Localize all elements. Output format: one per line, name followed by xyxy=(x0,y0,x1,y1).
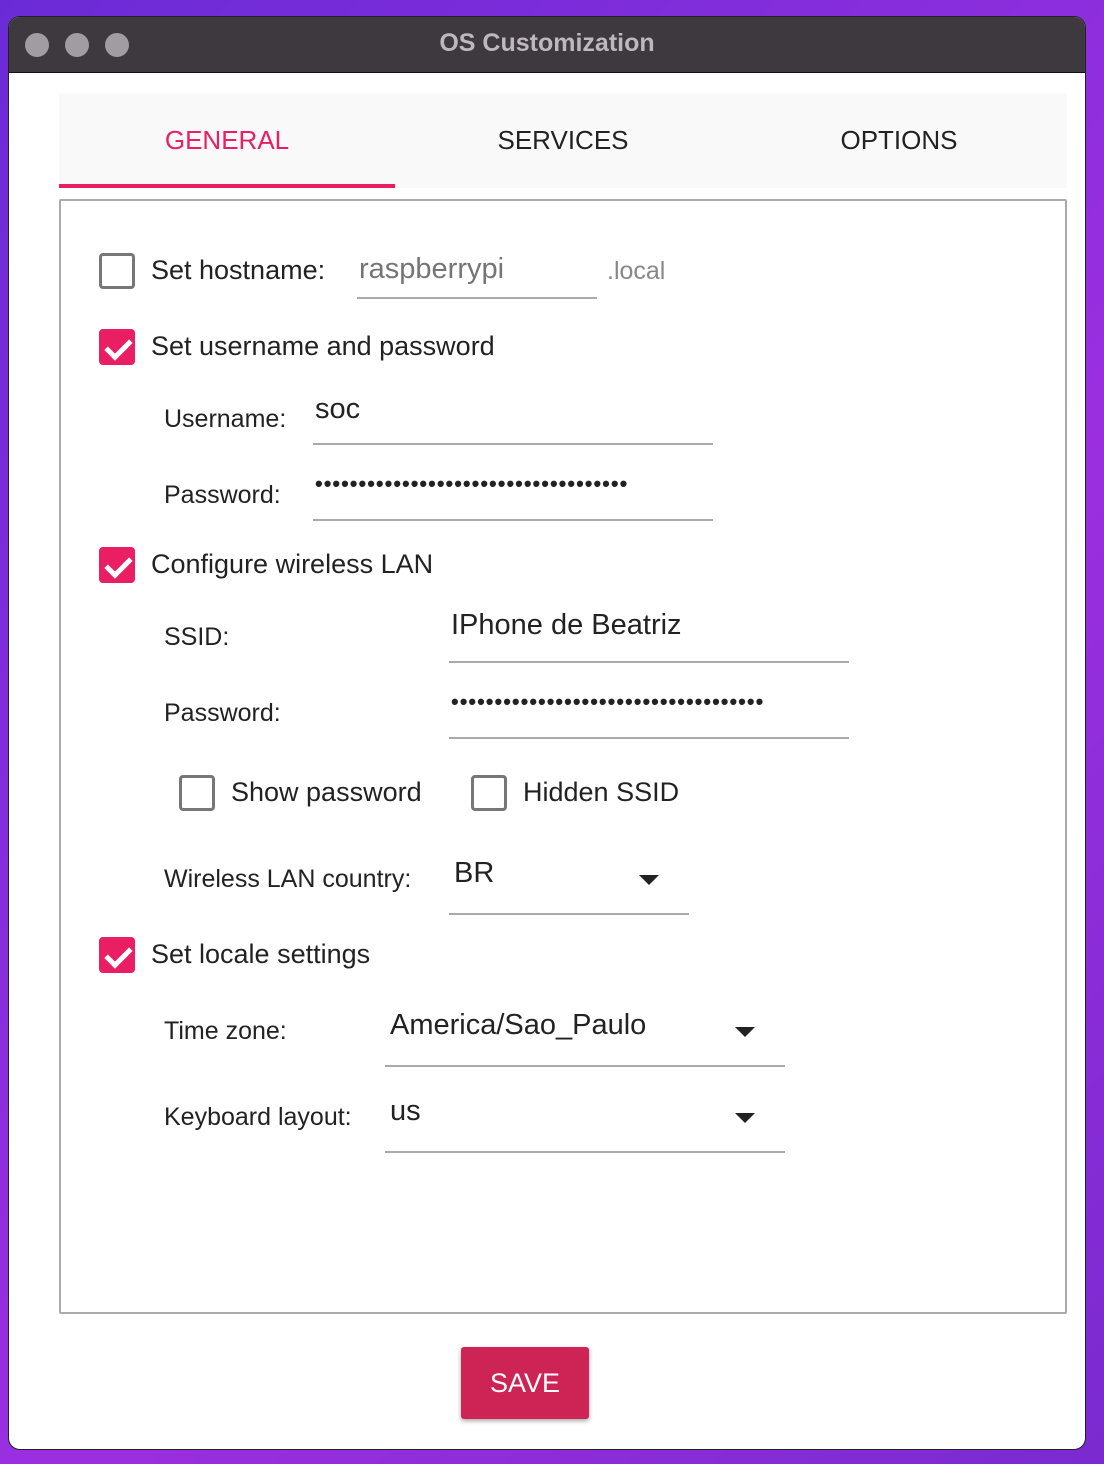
chevron-down-icon xyxy=(735,1027,755,1037)
show-password-label: Show password xyxy=(231,777,422,807)
window-title: OS Customization xyxy=(439,29,655,57)
keyboard-value: us xyxy=(390,1095,421,1127)
timezone-select[interactable]: America/Sao_Paulo xyxy=(385,1009,785,1067)
title-bar: OS Customization xyxy=(9,17,1085,73)
set-username-checkbox[interactable] xyxy=(99,329,135,365)
keyboard-select[interactable]: us xyxy=(385,1095,785,1153)
keyboard-label: Keyboard layout: xyxy=(164,1103,352,1131)
timezone-value: America/Sao_Paulo xyxy=(390,1009,647,1041)
show-password-checkbox[interactable] xyxy=(179,775,215,811)
hostname-suffix: .local xyxy=(607,257,666,285)
ssid-label: SSID: xyxy=(164,623,230,651)
user-password-input[interactable]: •••••••••••••••••••••••••••••••••••• xyxy=(313,471,713,521)
wlan-country-value: BR xyxy=(454,857,495,889)
wlan-password-input[interactable]: •••••••••••••••••••••••••••••••••••• xyxy=(449,689,849,739)
set-locale-label: Set locale settings xyxy=(151,939,371,969)
tab-bar: GENERAL SERVICES OPTIONS xyxy=(59,93,1067,188)
os-customization-window: OS Customization GENERAL SERVICES OPTION… xyxy=(8,16,1086,1450)
set-hostname-label: Set hostname: xyxy=(151,255,326,285)
set-hostname-checkbox[interactable] xyxy=(99,253,135,289)
timezone-label: Time zone: xyxy=(164,1017,287,1045)
set-username-label: Set username and password xyxy=(151,331,495,361)
chevron-down-icon xyxy=(639,875,659,885)
wlan-password-label: Password: xyxy=(164,699,281,727)
wlan-country-select[interactable]: BR xyxy=(449,857,689,915)
hidden-ssid-label: Hidden SSID xyxy=(523,777,680,807)
username-label: Username: xyxy=(164,405,287,433)
set-locale-checkbox[interactable] xyxy=(99,937,135,973)
chevron-down-icon xyxy=(735,1113,755,1123)
tab-general[interactable]: GENERAL xyxy=(59,93,395,188)
hidden-ssid-checkbox[interactable] xyxy=(471,775,507,811)
ssid-input[interactable]: IPhone de Beatriz xyxy=(449,609,849,663)
tab-services[interactable]: SERVICES xyxy=(395,93,731,188)
wlan-country-label: Wireless LAN country: xyxy=(164,865,412,893)
configure-wlan-checkbox[interactable] xyxy=(99,547,135,583)
save-button[interactable]: SAVE xyxy=(461,1347,589,1419)
username-input[interactable]: soc xyxy=(313,393,713,445)
hostname-input[interactable] xyxy=(357,241,597,299)
tab-options[interactable]: OPTIONS xyxy=(731,93,1067,188)
general-panel: Set hostname: .local Set username and pa… xyxy=(59,199,1067,1314)
user-password-label: Password: xyxy=(164,481,281,509)
configure-wlan-label: Configure wireless LAN xyxy=(151,549,434,579)
